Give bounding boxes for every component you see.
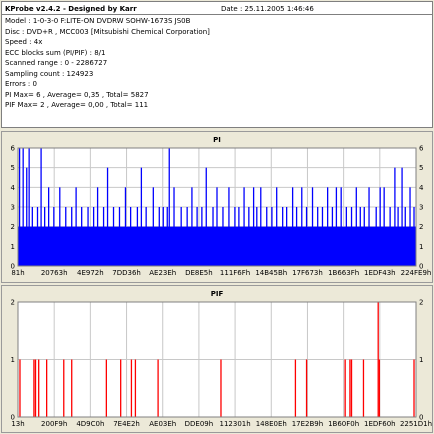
info-line-range: Scanned range : 0 - 2286727 [5,59,108,67]
pif-chart-panel: PIF 0 0 1 1 2 2 13h 200F9h 4D9C0h 7E4E2h AE03Eh DDE… [1,285,433,433]
pi-ytick-right: 2 [419,223,423,231]
pif-ytick-left: 2 [11,299,15,307]
info-line-pi-stats: PI Max= 6 , Average= 0,35 , Total= 5827 [5,90,149,99]
info-line-errors: Errors : 0 [5,80,37,88]
pi-ytick-left: 5 [11,164,15,172]
pi-xtick: 224FE9h [401,269,432,277]
pi-xtick: AE23Eh [149,269,176,277]
pi-xtick: 14B45Bh [255,269,287,277]
info-lines: Model : 1-0-3-0 F:LITE-ON DVDRW SOHW-167… [5,16,210,111]
pi-chart-panel: PI 0 0 1 1 2 2 3 3 4 4 5 5 6 6 81h 20763h 4E972h 7DD36h AE… [1,131,433,283]
pif-ytick-right: 1 [419,356,423,364]
pi-xtick: 1EDF43h [364,269,396,277]
pi-ytick-right: 1 [419,243,423,251]
pif-xtick: 17E2B9h [292,420,323,428]
pi-xtick: 4E972h [77,269,104,277]
pi-ytick-right: 5 [419,164,423,172]
pi-ytick-left: 1 [11,243,15,251]
header-divider [2,14,432,15]
pi-xtick: 20763h [41,269,68,277]
pif-xtick: 148E0Eh [256,420,287,428]
app-title: KProbe v2.4.2 - Designed by Karr [5,5,137,13]
pi-xtick: 111F6Fh [220,269,250,277]
pif-xtick: AE03Eh [149,420,176,428]
pif-xtick: 1B60F0h [328,420,359,428]
pif-xtick: 2251D1h [400,420,432,428]
pi-ytick-left: 3 [11,204,15,212]
pi-ytick-left: 4 [11,184,16,192]
pi-ytick-right: 6 [419,145,424,153]
pif-xtick: 7E4E2h [113,420,140,428]
pi-ytick-right: 3 [419,204,423,212]
info-line-sampling: Sampling count : 124923 [5,69,94,78]
pi-ytick-left: 2 [11,223,15,231]
pif-xtick: 200F9h [41,420,67,428]
pi-chart: 0 01 12 23 34 45 56 681h 20763h 4E972h 7DD36h AE23E… [11,145,432,278]
pif-xtick: 4D9C0h [76,420,104,428]
pif-ytick-right: 2 [419,299,423,307]
pi-xtick: 7DD36h [112,269,141,277]
info-panel: KProbe v2.4.2 - Designed by Karr Date : … [1,1,433,128]
pif-xtick: 13h [11,420,24,428]
pi-xtick: 17F673h [292,269,323,277]
info-line-disc: Disc : DVD+R , MCC003 [Mitsubishi Chemic… [5,27,210,36]
pi-xtick: DE8E5h [185,269,213,277]
info-line-model: Model : 1-0-3-0 F:LITE-ON DVDRW SOHW-167… [5,17,191,25]
pi-ytick-right: 4 [419,184,424,192]
pif-chart: 0 01 12 213h 200F9h 4D9C0h 7E4E2h AE03Eh DDE09h 1… [11,299,432,429]
pi-xtick: 81h [11,269,24,277]
info-header: KProbe v2.4.2 - Designed by Karr Date : … [5,4,431,14]
info-line-speed: Speed : 4x [5,38,43,46]
info-line-ecc: ECC blocks sum (PI/PIF) : 8/1 [5,48,106,57]
pif-xtick: DDE09h [185,420,214,428]
pi-ytick-left: 6 [11,145,16,153]
scan-date: Date : 25.11.2005 1:46:46 [221,5,314,13]
pif-xtick: 1EDF60h [364,420,396,428]
pif-xtick: 112301h [220,420,251,428]
info-line-pif-stats: PIF Max= 2 , Average= 0,00 , Total= 111 [5,101,149,109]
pi-xtick: 1B663Fh [328,269,359,277]
pif-ytick-left: 1 [11,356,15,364]
